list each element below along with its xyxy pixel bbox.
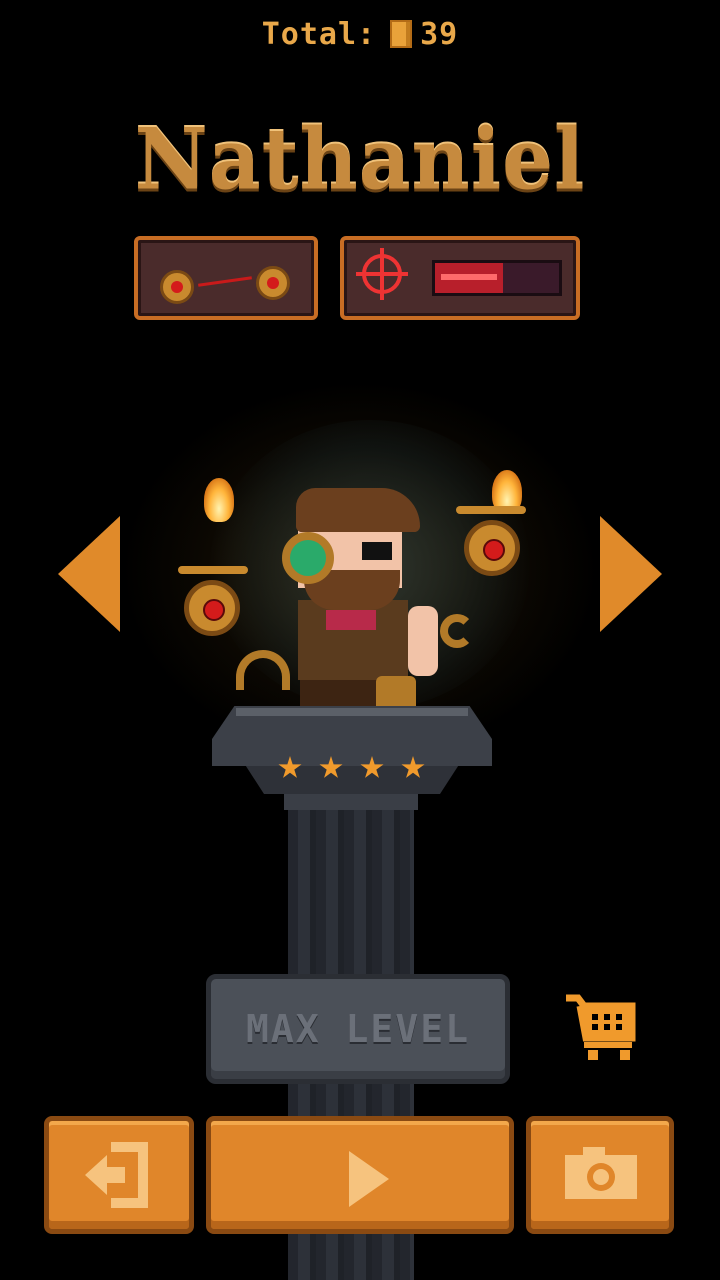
monocle: [282, 532, 334, 584]
bowtie: [326, 610, 376, 630]
character-arm: [408, 606, 438, 676]
drone-eye: [203, 599, 225, 621]
coin-count: 39: [420, 16, 459, 52]
shopping-cart-svg: [566, 994, 636, 1060]
coin-icon: [390, 20, 413, 48]
drone-rotor: [178, 566, 248, 574]
skill-panel[interactable]: [134, 236, 318, 320]
total-label: Total:: [261, 16, 377, 52]
max-level-label: MAX LEVEL: [246, 1007, 470, 1051]
exit-button[interactable]: [44, 1116, 194, 1234]
weapon-panel[interactable]: [340, 236, 580, 320]
camera-icon: [565, 1147, 637, 1199]
flame-icon: [204, 478, 234, 522]
laser-icon: [198, 276, 252, 287]
exit-icon: [85, 1142, 148, 1208]
column-cap: [284, 794, 418, 810]
drone-icon: [256, 266, 290, 300]
drone-left: [184, 580, 240, 636]
drone-rotor: [456, 506, 526, 514]
max-level-button[interactable]: MAX LEVEL: [206, 974, 510, 1084]
total-coins: Total: 39: [0, 12, 720, 56]
crosshair-icon: [356, 248, 408, 300]
drone-right: [464, 520, 520, 576]
play-button[interactable]: [206, 1116, 514, 1234]
arrow-left-icon[interactable]: [58, 516, 120, 632]
wrench-icon: [440, 614, 474, 648]
play-icon: [349, 1151, 389, 1207]
character-hair: [296, 488, 420, 532]
shopping-cart-icon[interactable]: [562, 992, 636, 1062]
pedestal-rim: [236, 708, 468, 716]
eyepatch: [362, 542, 392, 560]
drone-eye: [483, 539, 505, 561]
photo-button[interactable]: [526, 1116, 674, 1234]
weapon-stat-bar: [432, 260, 562, 296]
weapon-stat-fill: [435, 263, 504, 293]
character-name: Nathaniel: [134, 109, 586, 209]
drone-icon: [160, 270, 194, 304]
arrow-right-icon[interactable]: [600, 516, 662, 632]
